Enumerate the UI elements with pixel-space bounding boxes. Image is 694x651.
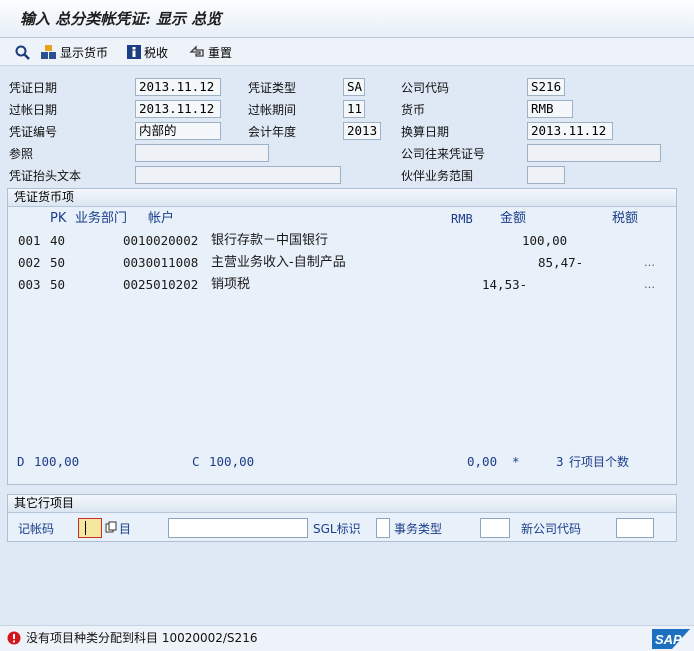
row-description: 银行存款－中国银行 bbox=[211, 233, 329, 248]
sgl-label: SGL标识 bbox=[313, 522, 361, 536]
col-pk: PK bbox=[50, 211, 67, 226]
debit-label: D bbox=[17, 454, 25, 469]
intercompany-field[interactable] bbox=[527, 144, 661, 162]
other-items-panel-title: 其它行项目 bbox=[8, 495, 676, 513]
fiscal-year-field[interactable]: 2013 bbox=[343, 122, 381, 140]
period-field[interactable]: 11 bbox=[343, 100, 365, 118]
transaction-type-label: 事务类型 bbox=[394, 522, 443, 536]
doc-number-label: 凭证编号 bbox=[9, 125, 58, 139]
translation-date-field[interactable]: 2013.11.12 bbox=[527, 122, 613, 140]
row-account: 0025010202 bbox=[123, 277, 199, 292]
transaction-type-input[interactable] bbox=[480, 518, 510, 538]
reset-button[interactable]: 重置 bbox=[188, 42, 232, 62]
balance-flag: * bbox=[512, 454, 520, 469]
company-code-field[interactable]: S216 bbox=[527, 78, 565, 96]
status-message[interactable]: 没有项目种类分配到科目 10020002/S216 bbox=[26, 629, 257, 647]
application-toolbar: 显示货币 税收 重置 bbox=[0, 38, 694, 66]
error-icon bbox=[7, 631, 21, 648]
show-currency-button[interactable]: 显示货币 bbox=[40, 42, 108, 62]
doc-items-panel: 凭证货币项 PK 业务部门 帐户 RMB 金额 税额 001 40 001002… bbox=[7, 188, 677, 485]
row-amount: 100,00 bbox=[522, 233, 568, 248]
partner-ba-label: 伙伴业务范围 bbox=[401, 169, 474, 183]
sgl-input[interactable] bbox=[376, 518, 390, 538]
row-item-number: 001 bbox=[18, 233, 41, 248]
tax-button[interactable]: 税收 bbox=[126, 42, 168, 62]
reset-arrow-icon bbox=[189, 45, 204, 57]
new-company-input[interactable] bbox=[616, 518, 654, 538]
col-account: 帐户 bbox=[148, 211, 175, 226]
period-label: 过帐期间 bbox=[248, 103, 297, 117]
svg-text:SAP: SAP bbox=[655, 632, 682, 647]
posting-key-label: 记帐码 bbox=[18, 522, 55, 536]
col-amount: 金额 bbox=[500, 211, 527, 226]
row-tax: … bbox=[644, 278, 655, 291]
doc-type-label: 凭证类型 bbox=[248, 81, 297, 95]
intercompany-label: 公司往来凭证号 bbox=[401, 147, 486, 161]
partner-ba-field[interactable] bbox=[527, 166, 565, 184]
row-amount: 14,53- bbox=[482, 277, 528, 292]
row-description: 销项税 bbox=[211, 277, 251, 292]
row-item-number: 003 bbox=[18, 277, 41, 292]
row-account: 0030011008 bbox=[123, 255, 199, 270]
row-posting-key: 40 bbox=[50, 233, 66, 248]
posting-key-input[interactable] bbox=[78, 518, 102, 538]
row-item-number: 002 bbox=[18, 255, 41, 270]
credit-label: C bbox=[192, 454, 200, 469]
show-currency-label: 显示货币 bbox=[60, 45, 109, 60]
copy-icon[interactable] bbox=[105, 521, 117, 536]
posting-date-field[interactable]: 2013.11.12 bbox=[135, 100, 221, 118]
doc-items-panel-title: 凭证货币项 bbox=[8, 189, 676, 207]
doc-number-field[interactable]: 内部的 bbox=[135, 122, 221, 140]
tax-label: 税收 bbox=[144, 45, 169, 60]
header-text-label: 凭证抬头文本 bbox=[9, 169, 82, 183]
sap-logo: SAP bbox=[652, 629, 690, 649]
account-label: 目 bbox=[119, 522, 132, 536]
row-description: 主营业务收入-自制产品 bbox=[211, 255, 346, 270]
posting-date-label: 过帐日期 bbox=[9, 103, 58, 117]
currency-field[interactable]: RMB bbox=[527, 100, 573, 118]
row-posting-key: 50 bbox=[50, 255, 66, 270]
title-bar: 输入 总分类帐凭证: 显示 总览 bbox=[0, 0, 694, 38]
status-bar: 没有项目种类分配到科目 10020002/S216 SAP bbox=[0, 625, 694, 651]
debit-total: 100,00 bbox=[34, 454, 80, 469]
col-currency: RMB bbox=[451, 212, 473, 226]
col-business-area: 业务部门 bbox=[75, 211, 128, 226]
account-input[interactable] bbox=[168, 518, 308, 538]
header-text-field[interactable] bbox=[135, 166, 341, 184]
info-icon bbox=[127, 45, 141, 59]
currency-label: 货币 bbox=[401, 103, 426, 117]
col-tax: 税额 bbox=[612, 211, 639, 226]
credit-total: 100,00 bbox=[209, 454, 255, 469]
item-count: 3 bbox=[556, 454, 564, 469]
currency-coins-icon bbox=[41, 45, 56, 59]
fiscal-year-label: 会计年度 bbox=[248, 125, 297, 139]
doc-type-field[interactable]: SA bbox=[343, 78, 365, 96]
doc-date-label: 凭证日期 bbox=[9, 81, 58, 95]
doc-date-field[interactable]: 2013.11.12 bbox=[135, 78, 221, 96]
row-posting-key: 50 bbox=[50, 277, 66, 292]
other-items-panel: 其它行项目 记帐码 目 SGL标识 事务类型 新公司代码 bbox=[7, 494, 677, 542]
reference-field[interactable] bbox=[135, 144, 269, 162]
reset-label: 重置 bbox=[208, 45, 233, 60]
magnifier-icon bbox=[15, 45, 30, 60]
new-company-label: 新公司代码 bbox=[521, 522, 582, 536]
reference-label: 参照 bbox=[9, 147, 34, 161]
translation-date-label: 换算日期 bbox=[401, 125, 450, 139]
row-account: 0010020002 bbox=[123, 233, 199, 248]
company-code-label: 公司代码 bbox=[401, 81, 450, 95]
row-tax: … bbox=[644, 256, 655, 269]
window-title: 输入 总分类帐凭证: 显示 总览 bbox=[20, 10, 222, 28]
item-count-label: 行项目个数 bbox=[569, 455, 630, 469]
balance-total: 0,00 bbox=[467, 454, 498, 469]
detail-button[interactable] bbox=[14, 42, 34, 62]
row-amount: 85,47- bbox=[538, 255, 584, 270]
